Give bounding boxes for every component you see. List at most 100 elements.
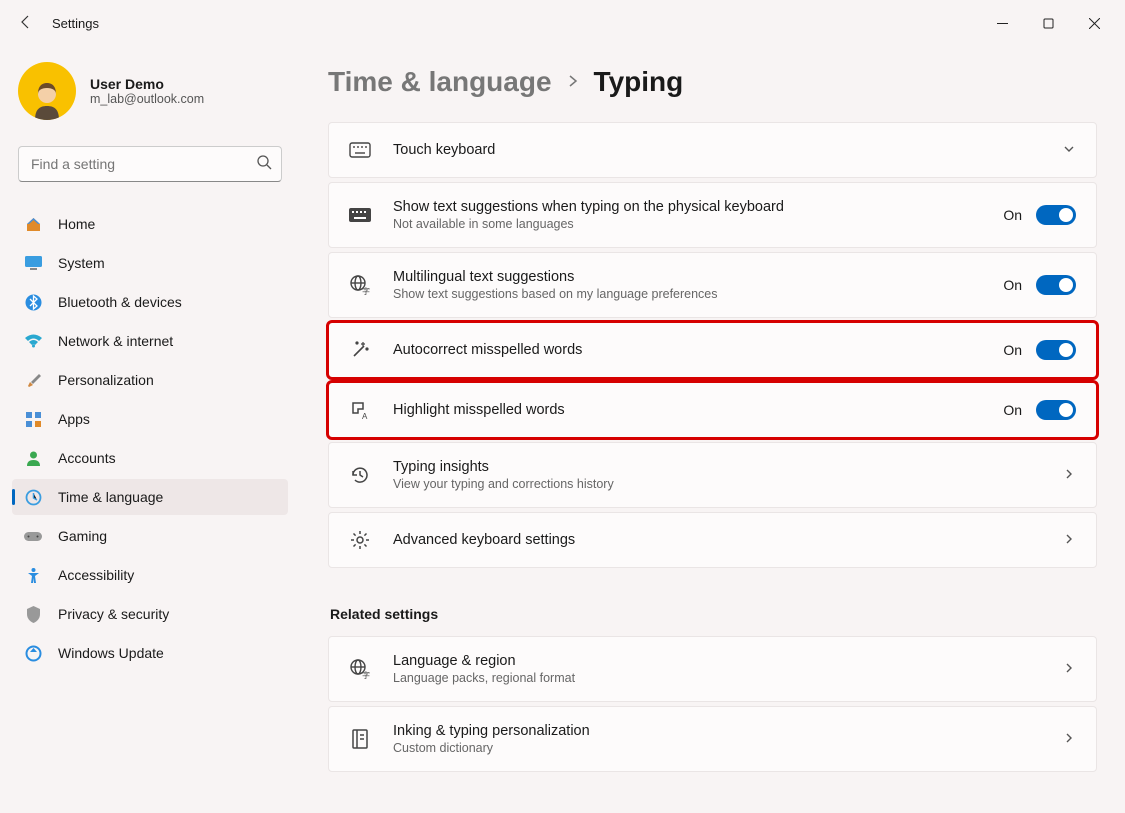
search-input[interactable] xyxy=(18,146,282,182)
setting-typing-insights[interactable]: Typing insights View your typing and cor… xyxy=(328,442,1097,508)
setting-title: Typing insights xyxy=(393,459,1040,475)
titlebar: Settings xyxy=(0,0,1125,46)
chevron-right-icon xyxy=(1062,731,1076,748)
nav-item-label: Accessibility xyxy=(58,567,134,583)
setting-multilingual[interactable]: 字 Multilingual text suggestions Show tex… xyxy=(328,252,1097,318)
setting-title: Language & region xyxy=(393,653,1040,669)
nav-item-label: Apps xyxy=(58,411,90,427)
nav-item-label: Bluetooth & devices xyxy=(58,294,182,310)
breadcrumb: Time & language Typing xyxy=(328,66,1097,98)
nav-accounts[interactable]: Accounts xyxy=(12,440,288,476)
nav-bluetooth[interactable]: Bluetooth & devices xyxy=(12,284,288,320)
nav-accessibility[interactable]: Accessibility xyxy=(12,557,288,593)
maximize-button[interactable] xyxy=(1025,7,1071,39)
nav-item-label: Gaming xyxy=(58,528,107,544)
toggle-switch[interactable] xyxy=(1036,205,1076,225)
highlight-icon: A xyxy=(349,399,371,421)
setting-subtitle: Not available in some languages xyxy=(393,217,981,231)
breadcrumb-parent[interactable]: Time & language xyxy=(328,66,552,98)
close-button[interactable] xyxy=(1071,7,1117,39)
home-icon xyxy=(24,215,42,233)
nav-time-language[interactable]: Time & language xyxy=(12,479,288,515)
wand-icon xyxy=(349,339,371,361)
toggle-state: On xyxy=(1003,402,1022,418)
gamepad-icon xyxy=(24,527,42,545)
chevron-right-icon xyxy=(1062,532,1076,549)
page-title: Typing xyxy=(594,66,684,98)
nav-apps[interactable]: Apps xyxy=(12,401,288,437)
setting-touch-keyboard[interactable]: Touch keyboard xyxy=(328,122,1097,178)
nav-item-label: System xyxy=(58,255,105,271)
setting-title: Advanced keyboard settings xyxy=(393,532,1040,548)
chevron-right-icon xyxy=(1062,661,1076,678)
search-wrap xyxy=(18,146,282,182)
nav-item-label: Windows Update xyxy=(58,645,164,661)
section-label: Related settings xyxy=(330,606,1097,622)
nav-system[interactable]: System xyxy=(12,245,288,281)
nav-item-label: Home xyxy=(58,216,95,232)
nav-item-label: Network & internet xyxy=(58,333,173,349)
setting-title: Inking & typing personalization xyxy=(393,723,1040,739)
nav-item-label: Accounts xyxy=(58,450,116,466)
toggle-switch[interactable] xyxy=(1036,340,1076,360)
minimize-button[interactable] xyxy=(979,7,1025,39)
nav-item-label: Privacy & security xyxy=(58,606,169,622)
chevron-right-icon xyxy=(566,74,580,91)
svg-text:A: A xyxy=(362,412,368,421)
keyboard-icon xyxy=(349,139,371,161)
related-inking-typing[interactable]: Inking & typing personalization Custom d… xyxy=(328,706,1097,772)
search-icon xyxy=(257,155,272,173)
profile-name: User Demo xyxy=(90,76,204,92)
nav-personalization[interactable]: Personalization xyxy=(12,362,288,398)
setting-subtitle: Language packs, regional format xyxy=(393,671,1040,685)
toggle-switch[interactable] xyxy=(1036,275,1076,295)
profile[interactable]: User Demo m_lab@outlook.com xyxy=(12,56,288,126)
setting-title: Autocorrect misspelled words xyxy=(393,342,981,358)
setting-subtitle: View your typing and corrections history xyxy=(393,477,1040,491)
history-icon xyxy=(349,464,371,486)
gear-icon xyxy=(349,529,371,551)
related-language-region[interactable]: 字 Language & region Language packs, regi… xyxy=(328,636,1097,702)
setting-advanced-keyboard[interactable]: Advanced keyboard settings xyxy=(328,512,1097,568)
clock-globe-icon xyxy=(24,488,42,506)
nav-network[interactable]: Network & internet xyxy=(12,323,288,359)
globe-language-icon: 字 xyxy=(349,658,371,680)
update-icon xyxy=(24,644,42,662)
nav-gaming[interactable]: Gaming xyxy=(12,518,288,554)
svg-text:字: 字 xyxy=(362,286,370,296)
accessibility-icon xyxy=(24,566,42,584)
setting-text-suggestions[interactable]: Show text suggestions when typing on the… xyxy=(328,182,1097,248)
wifi-icon xyxy=(24,332,42,350)
shield-icon xyxy=(24,605,42,623)
brush-icon xyxy=(24,371,42,389)
person-icon xyxy=(24,449,42,467)
setting-title: Show text suggestions when typing on the… xyxy=(393,199,981,215)
toggle-switch[interactable] xyxy=(1036,400,1076,420)
profile-email: m_lab@outlook.com xyxy=(90,92,204,106)
window-controls xyxy=(979,7,1117,39)
toggle-state: On xyxy=(1003,207,1022,223)
chevron-right-icon xyxy=(1062,467,1076,484)
apps-icon xyxy=(24,410,42,428)
back-button[interactable] xyxy=(18,14,34,33)
setting-title: Highlight misspelled words xyxy=(393,402,981,418)
setting-autocorrect[interactable]: Autocorrect misspelled words On xyxy=(328,322,1097,378)
keyboard-solid-icon xyxy=(349,204,371,226)
setting-subtitle: Custom dictionary xyxy=(393,741,1040,755)
main-content: Time & language Typing Touch keyboard Sh… xyxy=(300,46,1125,813)
setting-subtitle: Show text suggestions based on my langua… xyxy=(393,287,981,301)
nav-home[interactable]: Home xyxy=(12,206,288,242)
nav-item-label: Personalization xyxy=(58,372,154,388)
avatar xyxy=(18,62,76,120)
sidebar: User Demo m_lab@outlook.com Home System xyxy=(0,46,300,813)
toggle-state: On xyxy=(1003,342,1022,358)
nav-privacy[interactable]: Privacy & security xyxy=(12,596,288,632)
chevron-down-icon xyxy=(1062,142,1076,159)
setting-title: Multilingual text suggestions xyxy=(393,269,981,285)
bluetooth-icon xyxy=(24,293,42,311)
system-icon xyxy=(24,254,42,272)
setting-title: Touch keyboard xyxy=(393,142,1040,158)
nav-windows-update[interactable]: Windows Update xyxy=(12,635,288,671)
dictionary-icon xyxy=(349,728,371,750)
setting-highlight-misspelled[interactable]: A Highlight misspelled words On xyxy=(328,382,1097,438)
